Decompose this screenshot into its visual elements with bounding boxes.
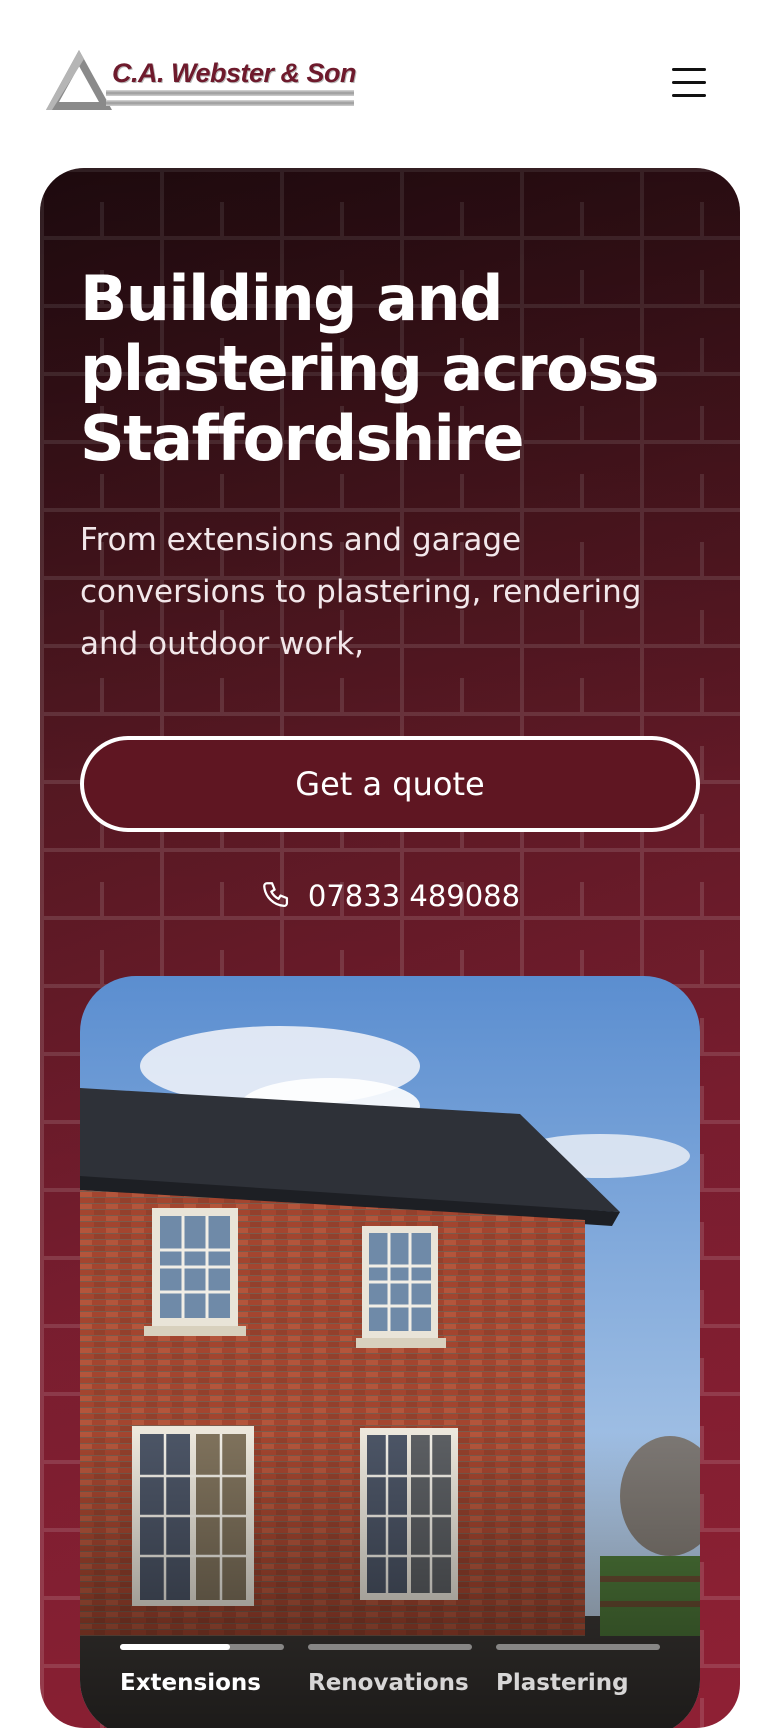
phone-link[interactable]: 07833 489088 <box>40 868 740 924</box>
phone-icon <box>263 882 288 908</box>
get-quote-button[interactable]: Get a quote <box>80 736 700 832</box>
menu-button[interactable] <box>672 68 706 98</box>
triangle-logo-icon <box>46 50 112 110</box>
tab-progress-track <box>308 1644 472 1650</box>
tab-renovations[interactable]: Renovations <box>308 1644 472 1728</box>
hero-section: Building and plastering across Staffords… <box>40 168 740 1728</box>
project-photo-carousel[interactable]: Extensions Renovations Plastering <box>80 976 700 1728</box>
company-logo[interactable]: C.A. Webster & Son <box>44 48 357 120</box>
tab-renovations-label: Renovations <box>308 1670 469 1696</box>
tab-plastering-label: Plastering <box>496 1670 629 1696</box>
hero-title: Building and plastering across Staffords… <box>80 262 660 475</box>
hero-subtitle: From extensions and garage conversions t… <box>80 522 642 662</box>
tab-plastering[interactable]: Plastering <box>496 1644 660 1728</box>
house-extension-photo <box>80 976 700 1728</box>
logo-text: C.A. Webster & Son <box>112 58 357 88</box>
tab-progress-track <box>496 1644 660 1650</box>
tab-progress-fill <box>120 1644 230 1650</box>
site-header: C.A. Webster & Son <box>0 0 780 168</box>
carousel-tabs: Extensions Renovations Plastering <box>120 1644 660 1728</box>
tab-extensions-label: Extensions <box>120 1670 261 1696</box>
tab-extensions[interactable]: Extensions <box>120 1644 284 1728</box>
phone-number: 07833 489088 <box>307 879 521 913</box>
get-quote-label: Get a quote <box>295 765 485 803</box>
